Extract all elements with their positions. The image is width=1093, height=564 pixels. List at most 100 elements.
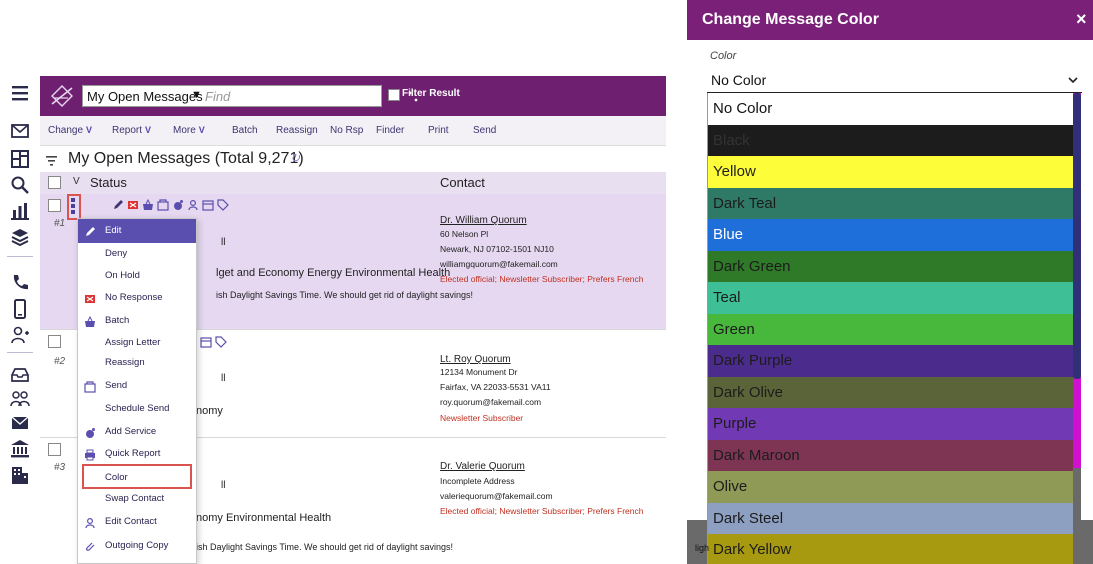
chevron-down-icon[interactable]: V	[73, 176, 80, 187]
select-all-checkbox[interactable]	[48, 176, 61, 189]
contact-address1: Incomplete Address	[440, 476, 515, 486]
change-label: Change	[48, 125, 84, 136]
color-option[interactable]: Dark Teal	[708, 187, 1075, 219]
row-checkbox[interactable]	[48, 199, 61, 212]
color-select[interactable]: No Color	[711, 72, 766, 88]
contact-name-link[interactable]: Dr. Valerie Quorum	[440, 461, 525, 472]
no-response-icon	[84, 292, 96, 304]
color-option[interactable]: Olive	[708, 471, 1075, 503]
menu-item-label: Outgoing Copy	[105, 540, 169, 551]
row-action-icons	[112, 198, 229, 212]
person-icon[interactable]	[187, 198, 199, 211]
dashboard-icon[interactable]	[9, 148, 31, 170]
pencil-icon[interactable]	[112, 198, 124, 210]
menu-item-add-service[interactable]: Add Service	[78, 422, 196, 443]
color-option[interactable]: Dark Maroon	[708, 439, 1075, 471]
contact-tags: Elected official; Newsletter Subscriber;…	[440, 274, 644, 284]
scrollbar-thumb[interactable]	[1073, 93, 1081, 379]
menu-item-no-response[interactable]: No Response	[78, 288, 196, 309]
color-option[interactable]: Green	[708, 313, 1075, 345]
menu-item-edit-contact[interactable]: Edit Contact	[78, 512, 196, 533]
chevron-down-icon[interactable]: ▼	[191, 89, 202, 101]
menu-item-on-hold[interactable]: On Hold	[78, 266, 196, 287]
tag-icon[interactable]	[215, 335, 227, 348]
color-option[interactable]: Dark Olive	[708, 376, 1075, 408]
service-icon[interactable]	[172, 198, 184, 210]
row-checkbox[interactable]	[48, 335, 61, 348]
color-option[interactable]: Dark Steel	[708, 502, 1075, 534]
menu-item-batch[interactable]: Batch	[78, 311, 196, 332]
finder-button[interactable]: Finder	[376, 125, 404, 136]
find-input-placeholder[interactable]: Find	[205, 89, 230, 104]
view-search-box[interactable]: My Open Messages ▼ Find	[82, 85, 420, 107]
table-header: V Status Contact	[40, 172, 666, 194]
filter-result-checkbox[interactable]	[388, 89, 400, 101]
calendar-icon[interactable]	[200, 335, 212, 348]
menu-item-schedule-send[interactable]: Schedule Send	[78, 399, 196, 420]
sidebar-separator	[7, 352, 33, 353]
color-option[interactable]: Teal	[708, 282, 1075, 314]
contact-name-link[interactable]: Dr. William Quorum	[440, 215, 527, 226]
menu-item-reassign[interactable]: Reassign	[78, 353, 196, 374]
bank-icon[interactable]	[9, 438, 31, 460]
group-icon[interactable]	[9, 388, 31, 410]
status-text: ll	[221, 480, 226, 491]
contact-name-link[interactable]: Lt. Roy Quorum	[440, 354, 511, 365]
color-option-label: Dark Maroon	[713, 446, 800, 464]
building-icon[interactable]	[9, 464, 31, 486]
menu-item-label: Edit	[105, 225, 122, 236]
menu-icon[interactable]	[9, 82, 31, 104]
report-menu-button[interactable]: Report V	[112, 125, 151, 136]
calendar-icon[interactable]	[202, 198, 214, 211]
menu-item-assign-letter[interactable]: Assign Letter	[78, 333, 196, 354]
add-person-icon[interactable]	[9, 324, 31, 346]
menu-item-quick-report[interactable]: Quick Report	[78, 444, 196, 465]
color-option-label: Dark Steel	[713, 509, 784, 527]
menu-item-outgoing-copy[interactable]: Outgoing Copy	[78, 536, 196, 557]
envelope-icon[interactable]	[9, 412, 31, 434]
layers-icon[interactable]	[9, 226, 31, 248]
close-icon[interactable]: ×	[1076, 9, 1087, 30]
menu-item-send[interactable]: Send	[78, 376, 196, 397]
chevron-down-icon: V	[86, 125, 93, 135]
tag-icon[interactable]	[217, 198, 229, 211]
row-checkbox[interactable]	[48, 443, 61, 456]
send-icon[interactable]	[157, 198, 169, 211]
phone-icon[interactable]	[9, 272, 31, 294]
reassign-button[interactable]: Reassign	[276, 125, 318, 136]
color-option[interactable]: Dark Purple	[708, 345, 1075, 377]
color-field-label: Color	[710, 50, 737, 62]
search-icon[interactable]	[9, 174, 31, 196]
menu-item-edit[interactable]: Edit	[78, 221, 196, 242]
basket-icon[interactable]	[142, 198, 154, 210]
color-option[interactable]: Blue	[708, 219, 1075, 251]
view-selector[interactable]: My Open Messages	[87, 89, 203, 104]
color-option-label: Dark Purple	[713, 352, 793, 369]
no-rsp-button[interactable]: No Rsp	[330, 125, 363, 136]
mobile-icon[interactable]	[9, 298, 31, 320]
message-preview: ish Daylight Savings Time. We should get…	[216, 290, 473, 300]
batch-button[interactable]: Batch	[232, 125, 258, 136]
menu-item-swap-contact[interactable]: Swap Contact	[78, 489, 196, 510]
change-menu-button[interactable]: Change V	[48, 125, 92, 136]
refresh-icon[interactable]: ↻	[290, 151, 300, 165]
send-button[interactable]: Send	[473, 125, 496, 136]
column-header-status[interactable]: Status	[90, 175, 127, 190]
color-option[interactable]: Purple	[708, 408, 1075, 440]
more-menu-button[interactable]: More V	[173, 125, 205, 136]
color-option[interactable]: Dark Green	[708, 250, 1075, 282]
color-option[interactable]: Yellow	[708, 156, 1075, 188]
color-option[interactable]: Black	[708, 124, 1075, 156]
chevron-down-icon[interactable]	[1067, 73, 1079, 85]
mail-icon[interactable]	[9, 120, 31, 142]
no-response-icon[interactable]	[127, 198, 139, 210]
column-header-contact[interactable]: Contact	[440, 175, 485, 190]
color-option[interactable]: No Color	[708, 93, 1075, 125]
chart-icon[interactable]	[9, 200, 31, 222]
inbox-icon[interactable]	[9, 364, 31, 386]
contact-address1: 12134 Monument Dr	[440, 367, 518, 377]
menu-item-deny[interactable]: Deny	[78, 244, 196, 265]
sort-lines-icon[interactable]	[46, 153, 57, 166]
print-button[interactable]: Print	[428, 125, 449, 136]
color-option[interactable]: Dark Yellow	[708, 534, 1075, 564]
